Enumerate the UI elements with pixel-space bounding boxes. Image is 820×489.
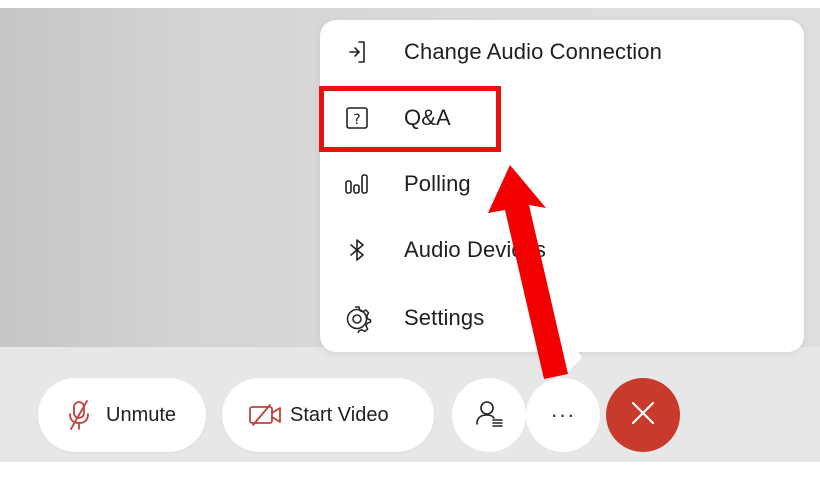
- gear-icon: [342, 303, 372, 333]
- menu-item-change-audio-connection[interactable]: Change Audio Connection: [320, 20, 804, 84]
- qa-highlight-box: [319, 86, 501, 152]
- participants-icon: [474, 398, 504, 433]
- microphone-muted-icon: [66, 398, 92, 432]
- more-options-button[interactable]: ···: [526, 378, 600, 452]
- bluetooth-icon: [342, 235, 372, 265]
- unmute-button[interactable]: Unmute: [38, 378, 206, 452]
- polling-icon: [342, 169, 372, 199]
- start-video-label: Start Video: [290, 403, 389, 426]
- start-video-button[interactable]: Start Video: [222, 378, 434, 452]
- bottom-border: [0, 462, 820, 489]
- unmute-label: Unmute: [106, 403, 177, 426]
- annotation-arrow: [488, 165, 568, 379]
- more-options-icon: ···: [550, 402, 576, 427]
- menu-item-label: Change Audio Connection: [404, 39, 662, 64]
- top-border: [0, 0, 820, 8]
- video-off-icon: [248, 402, 284, 428]
- participants-button[interactable]: [452, 378, 526, 452]
- end-meeting-button[interactable]: [606, 378, 680, 452]
- audio-connection-icon: [342, 37, 372, 67]
- close-icon: [628, 398, 658, 433]
- menu-item-label: Polling: [404, 171, 471, 196]
